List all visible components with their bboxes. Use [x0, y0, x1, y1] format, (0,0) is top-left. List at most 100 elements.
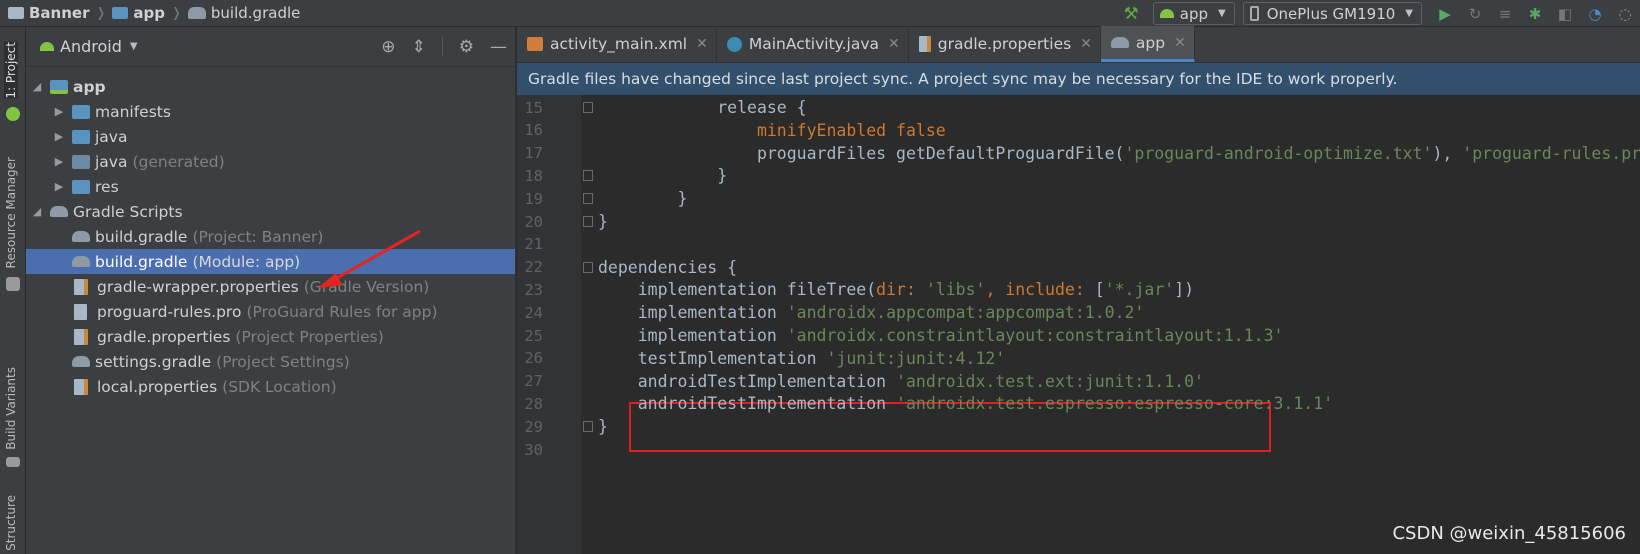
code-token: dir:: [876, 280, 926, 300]
code-line[interactable]: 21: [517, 233, 1640, 256]
code-line[interactable]: 22 dependencies {: [517, 256, 1640, 279]
tab-project-tool-window[interactable]: 1: Project: [4, 42, 18, 99]
fold-marker-icon[interactable]: [583, 102, 593, 113]
fold-marker-icon[interactable]: [583, 421, 593, 433]
project-panel-header: Android ▼ ⊕ ⇕ ⚙ —: [26, 27, 515, 67]
code-token: release {: [598, 98, 807, 117]
tab-mainactivity-java[interactable]: MainActivity.java ✕: [717, 26, 909, 62]
code-token: implementation fileTree(: [598, 280, 877, 300]
tree-item-manifests[interactable]: ▶ manifests: [26, 99, 515, 124]
attach-debugger-icon[interactable]: ◧: [1554, 4, 1576, 24]
tree-item-res[interactable]: ▶ res: [26, 174, 515, 199]
build-hammer-icon[interactable]: ⚒: [1124, 4, 1139, 24]
tree-item-build-gradle-project[interactable]: build.gradle (Project: Banner): [26, 224, 515, 249]
code-line[interactable]: 16 minifyEnabled false: [517, 119, 1640, 142]
code-line[interactable]: 25 implementation 'androidx.constraintla…: [517, 324, 1640, 347]
tree-item-app[interactable]: ◢ app: [26, 74, 515, 99]
collapse-all-icon[interactable]: ⇕: [412, 37, 426, 57]
code-text: testImplementation 'junit:junit:4.12': [598, 348, 1006, 368]
code-line[interactable]: 26 testImplementation 'junit:junit:4.12': [517, 347, 1640, 370]
apply-changes-icon[interactable]: ↻: [1464, 4, 1486, 24]
stop-icon[interactable]: ◌: [1614, 4, 1636, 24]
debug-icon[interactable]: ✱: [1524, 4, 1546, 24]
phone-icon: [1249, 6, 1259, 21]
code-line[interactable]: 23 implementation fileTree(dir: 'libs', …: [517, 278, 1640, 301]
fold-marker-icon[interactable]: [583, 170, 593, 182]
expanded-arrow-icon[interactable]: ◢: [30, 205, 44, 218]
code-token: 'proguard-android-optimize.txt': [1124, 143, 1433, 163]
tab-resource-manager[interactable]: Resource Manager: [4, 157, 18, 268]
tab-gradle-properties[interactable]: gradle.properties ✕: [909, 26, 1101, 62]
navigation-bar: Banner ❭ app ❭ build.gradle ⚒ app ▼ OneP…: [0, 0, 1640, 27]
code-token: testImplementation: [598, 348, 827, 368]
code-text: implementation fileTree(dir: 'libs', inc…: [598, 280, 1194, 299]
tab-structure[interactable]: Structure: [4, 495, 18, 551]
collapsed-arrow-icon[interactable]: ▶: [52, 130, 66, 143]
tree-item-local-properties[interactable]: local.properties (SDK Location): [26, 374, 515, 399]
fold-marker-icon[interactable]: [583, 261, 593, 273]
code-line[interactable]: 24 implementation 'androidx.appcompat:ap…: [517, 301, 1640, 324]
breadcrumb-project[interactable]: Banner: [8, 4, 89, 22]
properties-file-icon: [74, 378, 88, 395]
line-number: 25: [524, 326, 543, 345]
breadcrumb-module[interactable]: app: [112, 4, 165, 22]
code-line[interactable]: 28 androidTestImplementation 'androidx.t…: [517, 392, 1640, 415]
project-view-select[interactable]: Android: [60, 37, 122, 56]
chevron-down-icon[interactable]: ▼: [130, 41, 138, 52]
tree-item-gradle-wrapper-properties[interactable]: gradle-wrapper.properties (Gradle Versio…: [26, 274, 515, 299]
profile-icon[interactable]: ◔: [1584, 4, 1606, 24]
code-line[interactable]: 20}: [517, 210, 1640, 233]
device-select[interactable]: OnePlus GM1910 ▼: [1242, 2, 1422, 25]
code-line[interactable]: 30: [517, 438, 1640, 461]
tab-build-variants[interactable]: Build Variants: [4, 367, 18, 450]
gear-icon[interactable]: ⚙: [459, 37, 474, 57]
collapsed-arrow-icon[interactable]: ▶: [52, 180, 66, 193]
tab-activity-main-xml[interactable]: activity_main.xml ✕: [517, 26, 717, 62]
expanded-arrow-icon[interactable]: ◢: [30, 80, 44, 93]
tree-item-build-gradle-module[interactable]: build.gradle (Module: app): [26, 249, 515, 274]
module-folder-icon: [50, 79, 68, 94]
close-icon[interactable]: ✕: [1174, 35, 1186, 51]
code-editor[interactable]: 15 release {16 minifyEnabled false 17 pro…: [517, 95, 1640, 554]
code-text: androidTestImplementation 'androidx.test…: [598, 372, 1204, 391]
code-line[interactable]: 19 }: [517, 187, 1640, 210]
run-icon[interactable]: ▶: [1434, 4, 1456, 24]
code-line[interactable]: 15 release {: [517, 96, 1640, 119]
resource-manager-icon: [6, 277, 20, 291]
tab-app-build-gradle[interactable]: app ✕: [1100, 26, 1195, 62]
apply-code-changes-icon[interactable]: ≡: [1494, 4, 1516, 24]
tree-item-gradle-properties[interactable]: gradle.properties (Project Properties): [26, 324, 515, 349]
code-line[interactable]: 18 }: [517, 164, 1640, 187]
tree-item-settings-gradle[interactable]: settings.gradle (Project Settings): [26, 349, 515, 374]
hide-panel-icon[interactable]: —: [490, 37, 507, 57]
code-token: [: [1094, 280, 1105, 300]
tree-item-gradle-scripts[interactable]: ◢ Gradle Scripts: [26, 199, 515, 224]
generated-folder-icon: [72, 154, 90, 169]
code-line[interactable]: 17 proguardFiles getDefaultProguardFile(…: [517, 142, 1640, 165]
collapsed-arrow-icon[interactable]: ▶: [52, 155, 66, 168]
code-token: }: [598, 212, 608, 231]
code-text: implementation 'androidx.appcompat:appco…: [598, 303, 1145, 322]
collapsed-arrow-icon[interactable]: ▶: [52, 105, 66, 118]
code-token: androidTestImplementation: [598, 371, 897, 391]
tree-item-proguard-rules[interactable]: proguard-rules.pro (ProGuard Rules for a…: [26, 299, 515, 324]
tree-item-java-generated[interactable]: ▶ java (generated): [26, 149, 515, 174]
line-number: 16: [524, 121, 543, 140]
tree-item-java[interactable]: ▶ java: [26, 124, 515, 149]
gradle-icon: [72, 356, 90, 367]
folder-icon: [72, 104, 90, 119]
breadcrumb-file[interactable]: build.gradle: [187, 4, 300, 22]
project-panel: Android ▼ ⊕ ⇕ ⚙ — ◢ app ▶ manifests ▶ ja…: [26, 27, 516, 554]
build-variants-icon: [6, 457, 20, 467]
line-number: 17: [524, 144, 543, 163]
close-icon[interactable]: ✕: [888, 36, 900, 52]
close-icon[interactable]: ✕: [1080, 36, 1092, 52]
code-line[interactable]: 29}: [517, 415, 1640, 438]
code-token: , include:: [985, 280, 1095, 300]
fold-marker-icon[interactable]: [583, 216, 593, 227]
run-config-select[interactable]: app ▼: [1152, 2, 1235, 25]
code-line[interactable]: 27 androidTestImplementation 'androidx.t…: [517, 370, 1640, 393]
fold-marker-icon[interactable]: [583, 193, 593, 205]
locate-target-icon[interactable]: ⊕: [381, 37, 395, 57]
close-icon[interactable]: ✕: [696, 36, 708, 52]
